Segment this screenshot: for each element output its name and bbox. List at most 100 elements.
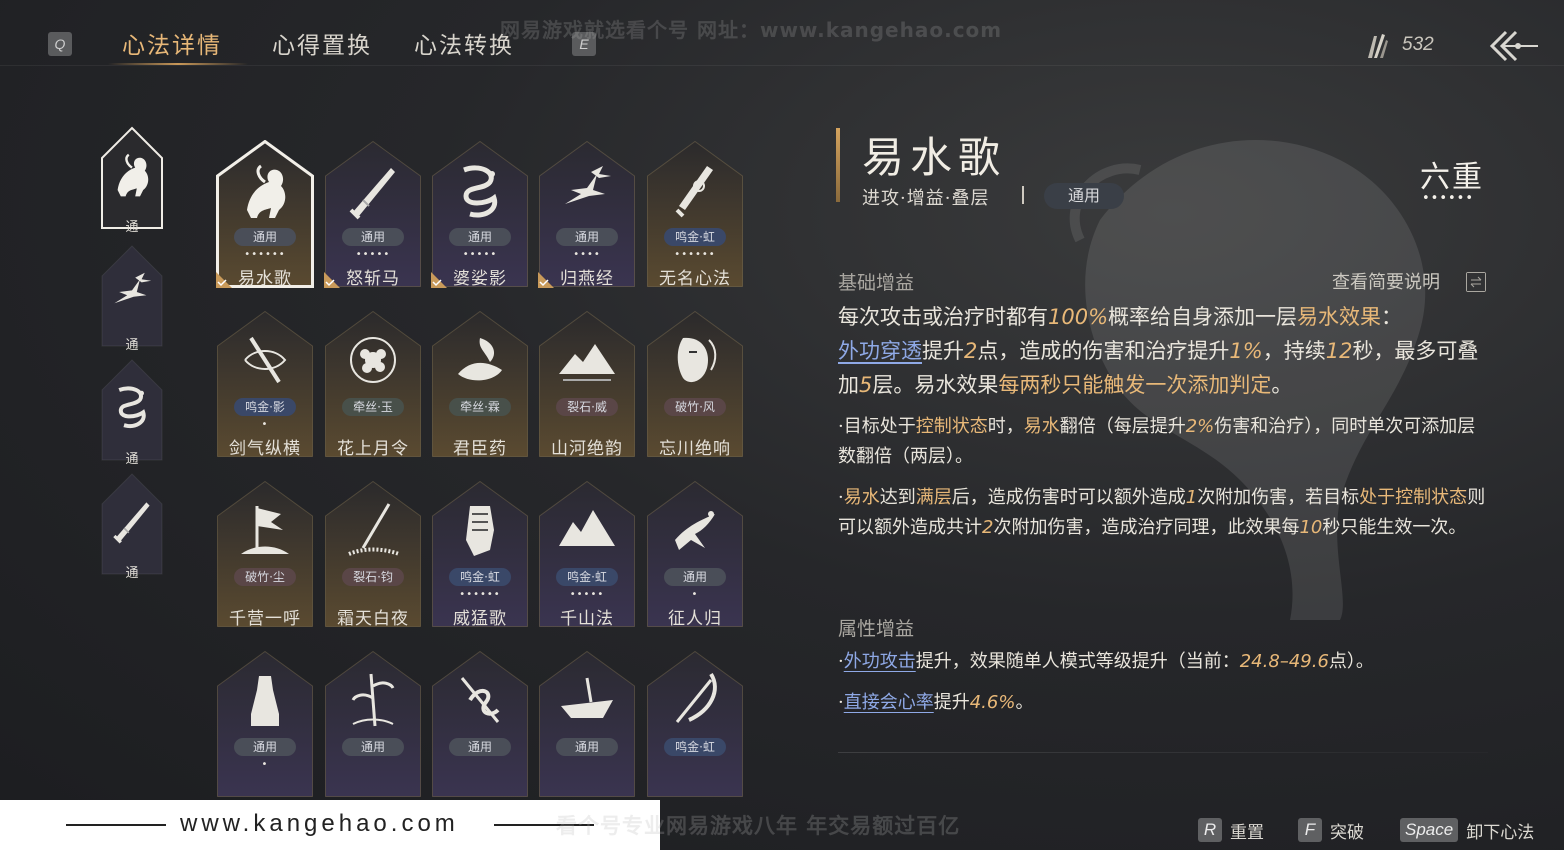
blade-icon [113,502,150,544]
xinfa-card[interactable]: 牵丝·玉 花上月令 [324,310,422,459]
card-tag: 裂石·威 [556,398,618,416]
side-category-2[interactable]: 通 [100,244,164,353]
fist-icon [466,506,494,556]
card-tag: 裂石·钧 [342,568,404,586]
card-rank-dots: • [261,759,269,770]
card-tag: 鸣金·虹 [556,568,618,586]
xinfa-card[interactable]: 通用 • [216,650,314,798]
xinfa-card[interactable]: 破竹·尘 千营一呼 [216,480,314,629]
prev-tab-key[interactable]: Q [48,32,72,56]
breakthrough-action[interactable]: F 突破 [1298,817,1364,843]
watermark-top: 网易游戏就选看个号 网址：www.kangehao.com [500,18,1003,42]
xinfa-card[interactable]: 通用 • 征人归 [646,480,744,629]
card-name: 千山法 [560,609,614,629]
unequip-label: 卸下心法 [1466,822,1535,843]
xinfa-card[interactable]: 鸣金·虹 •••••• 威猛歌 [431,480,529,629]
tab-xinfa-detail[interactable]: 心法详情 [122,26,222,60]
xinfa-card[interactable]: 鸣金·虹 [646,650,744,798]
card-rank-dots: •••••• [674,249,716,260]
side-category-1[interactable]: 通 [100,126,164,235]
mask-icon [677,337,717,383]
horse-icon [117,153,149,197]
boat-icon [561,677,613,718]
xinfa-card[interactable]: 通用 [538,650,636,798]
card-tag: 通用 [556,738,618,756]
basic-buff-heading: 基础增益 [838,272,915,294]
tab-xinfa-convert[interactable]: 心法转换 [414,26,514,60]
bamboo-icon [351,673,395,727]
peaks-icon [559,510,615,546]
xinfa-card[interactable]: 通用 •••• 归燕经 [538,140,636,289]
xinfa-card[interactable]: 裂石·威山河绝韵 [538,310,636,459]
equipped-check-icon [324,272,340,288]
card-name: 剑气纵横 [229,439,301,459]
unequip-key: Space [1400,818,1459,842]
side-category-4[interactable]: 通 [100,472,164,581]
card-rank-dots: •••• [573,249,601,260]
xinfa-card[interactable]: 牵丝·霖 君臣药 [431,310,529,459]
herb-icon [458,338,502,381]
card-rank-dots: •••••• [244,249,286,260]
card-rank-dots: • [261,419,269,430]
card-rank-dots: ••••• [462,249,498,260]
card-name: 无名心法 [659,269,731,289]
card-tag: 鸣金·虹 [449,568,511,586]
xinfa-card[interactable]: 鸣金·影 • 剑气纵横 [216,310,314,459]
side-category-label: 通 [125,338,139,353]
serpent-sword-icon [460,677,500,723]
xinfa-card[interactable]: 通用 ••••• 婆娑影 [431,140,529,289]
basic-buff-description: 每次攻击或治疗时都有100%概率给自身添加一层易水效果： 外功穿透提升2点，造成的… [838,305,1479,397]
currency-value: 532 [1402,34,1434,55]
card-rank-dots: •••••• [459,589,501,600]
outer-attack-link[interactable]: 外功攻击 [844,651,916,672]
side-category-label: 通 [125,452,139,467]
xinfa-card[interactable]: 破竹·风 忘川绝响 [646,310,744,459]
horse-icon [247,164,286,218]
view-brief-link[interactable]: 查看简要说明 [1332,268,1440,294]
card-tag: 通用 [664,568,726,586]
card-tag: 通用 [234,228,296,246]
reset-label: 重置 [1230,822,1264,843]
flag-icon [241,506,289,554]
xinfa-card[interactable]: 裂石·钧 霜天白夜 [324,480,422,629]
card-name: 君臣药 [453,439,507,459]
card-name: 山河绝韵 [551,439,623,459]
active-tab-indicator [108,63,248,65]
equipped-check-icon [538,272,554,288]
side-category-label: 通 [125,566,139,581]
reset-key: R [1198,818,1222,842]
attr-outer-attack: ·外功攻击提升，效果随单人模式等级提升（当前：24.8–49.6点）。 [838,651,1374,672]
dragon-icon [463,165,498,218]
mountain-icon [559,344,615,381]
flower-moon-icon [350,337,396,383]
side-category-3[interactable]: 通 [100,358,164,467]
spear-icon [348,503,400,556]
xinfa-card[interactable]: 鸣金·虹 •••••• 无名心法 [646,140,744,289]
xinfa-card[interactable]: 通用 ••••• 怒斩马 [324,140,422,289]
toggle-brief-icon[interactable] [1466,272,1486,292]
card-tag: 牵丝·玉 [342,398,404,416]
reset-action[interactable]: R 重置 [1198,817,1264,843]
attribute-buff-heading: 属性增益 [838,618,915,640]
direct-crit-link[interactable]: 直接会心率 [844,692,934,713]
falcon-icon [675,511,715,550]
detail-divider [838,752,1488,753]
card-tag: 通用 [556,228,618,246]
back-arrow-icon[interactable] [1488,28,1540,64]
tab-xinde-swap[interactable]: 心得置换 [272,26,372,60]
unequip-action[interactable]: Space 卸下心法 [1400,817,1534,843]
subtitle-separator [1022,186,1024,204]
outer-penetration-link[interactable]: 外功穿透 [838,339,922,363]
attr-direct-crit: ·直接会心率提升4.6%。 [838,692,1034,713]
equipped-check-icon [216,272,232,288]
card-tag: 通用 [234,738,296,756]
title-accent-bar [836,128,840,202]
card-name: 征人归 [668,609,722,629]
dragon-icon [118,386,146,428]
xinfa-card[interactable]: 通用 •••••• 易水歌 [216,140,314,289]
rank-dots: •••••• [1422,191,1475,206]
card-name: 忘川绝响 [659,439,731,459]
xinfa-card[interactable]: 通用 [324,650,422,798]
xinfa-card[interactable]: 通用 [431,650,529,798]
xinfa-card[interactable]: 鸣金·虹 ••••• 千山法 [538,480,636,629]
